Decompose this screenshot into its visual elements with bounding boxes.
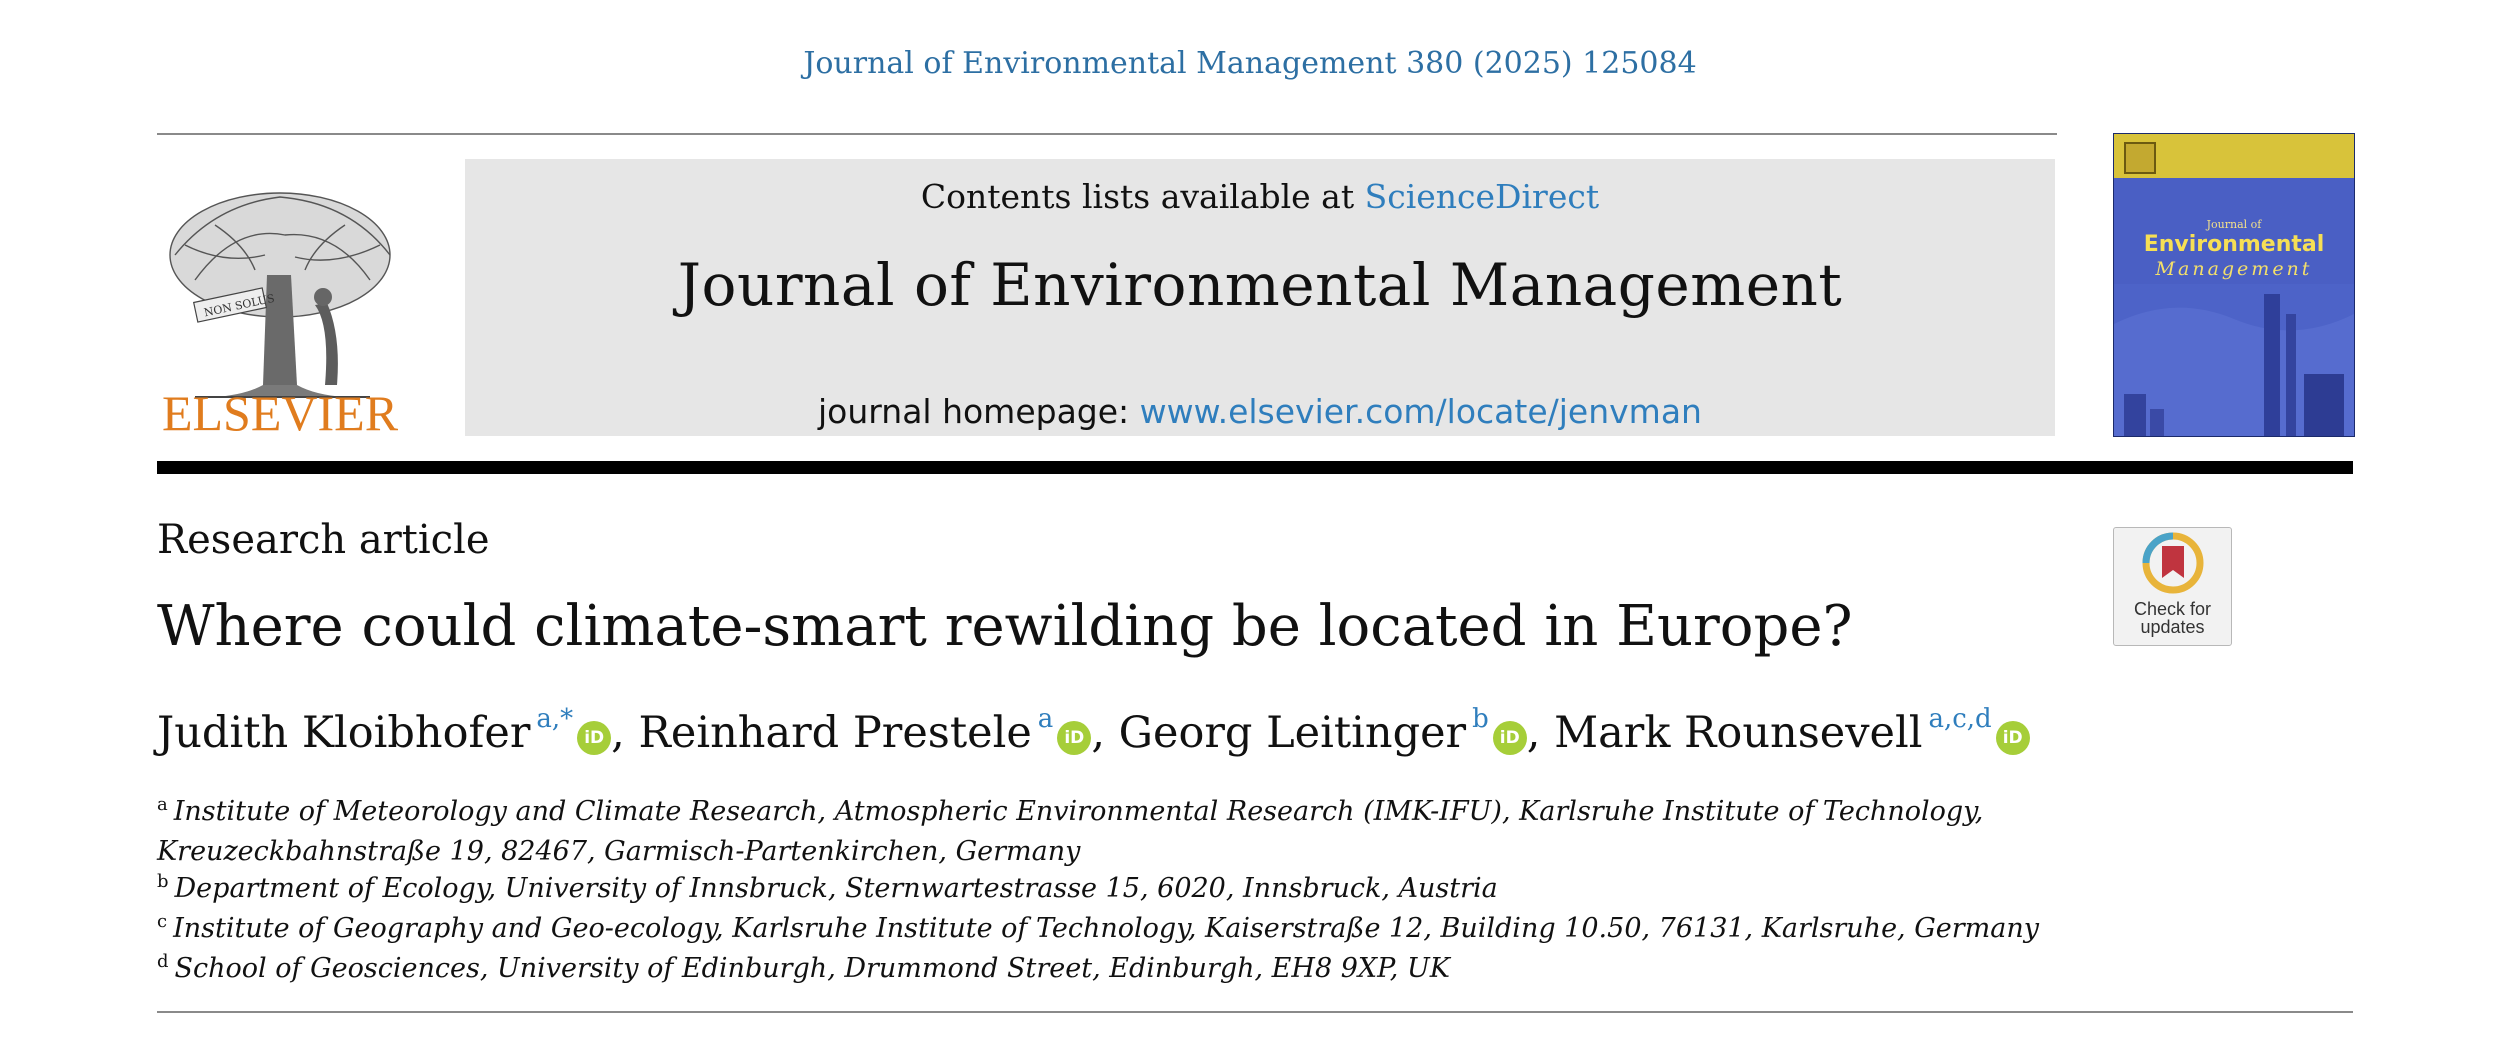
author-name[interactable]: Georg Leitinger (1119, 708, 1466, 758)
check-for-updates-badge[interactable]: Check for updates (2113, 527, 2232, 646)
affiliation-item: d School of Geosciences, University of Ed… (157, 950, 2077, 990)
cover-publisher-seal (2124, 142, 2156, 174)
affiliation-list: a Institute of Meteorology and Climate Re… (157, 793, 2077, 990)
journal-title: Journal of Environmental Management (677, 251, 1843, 319)
header-rule (157, 133, 2057, 135)
sciencedirect-link[interactable]: ScienceDirect (1365, 177, 1600, 216)
affiliation-letter: a (157, 794, 168, 815)
journal-homepage-link[interactable]: www.elsevier.com/locate/jenvman (1140, 392, 1702, 431)
orcid-icon[interactable]: iD (1492, 721, 1527, 755)
author-separator: , (1091, 708, 1119, 758)
affiliation-item: c Institute of Geography and Geo-ecology,… (157, 910, 2077, 950)
author-list: Judith Kloibhofer a,*iD, Reinhard Prestel… (157, 704, 2030, 758)
elsevier-wordmark[interactable]: ELSEVIER (155, 388, 405, 438)
article-type-label: Research article (157, 517, 490, 563)
check-updates-label: Check for updates (2114, 600, 2231, 636)
affiliation-letter: d (157, 951, 169, 972)
contents-prefix: Contents lists available at (920, 177, 1365, 216)
homepage-prefix: journal homepage: (818, 392, 1140, 431)
author-affiliation-marks[interactable]: a (1038, 704, 1054, 734)
author-name[interactable]: Reinhard Prestele (639, 708, 1032, 758)
article-title: Where could climate-smart rewilding be l… (157, 594, 1853, 659)
author-affiliation-marks[interactable]: a,* (536, 704, 573, 734)
affiliation-text: Department of Ecology, University of Inn… (174, 873, 1498, 904)
author-separator: , (1526, 708, 1555, 758)
check-updates-line2: updates (2140, 617, 2205, 637)
journal-masthead: Contents lists available at ScienceDirec… (465, 159, 2055, 436)
section-divider (157, 1011, 2353, 1013)
affiliation-text: School of Geosciences, University of Edi… (174, 953, 1450, 984)
orcid-icon[interactable]: iD (1995, 721, 2030, 755)
affiliation-text: Institute of Geography and Geo-ecology, … (173, 913, 2040, 944)
orcid-icon[interactable]: iD (577, 721, 612, 755)
affiliation-text: Institute of Meteorology and Climate Res… (157, 796, 1984, 867)
contents-line: Contents lists available at ScienceDirec… (465, 177, 2055, 216)
journal-cover-image[interactable]: Journal of Environmental Management (2113, 133, 2355, 437)
cover-title-line2: Environmental (2143, 232, 2325, 257)
cover-title-line1: Journal of (2206, 218, 2262, 231)
affiliation-item: b Department of Ecology, University of In… (157, 870, 2077, 910)
affiliation-item: a Institute of Meteorology and Climate Re… (157, 793, 2077, 870)
affiliation-letter: c (157, 911, 168, 932)
cover-photo (2114, 284, 2354, 436)
author-affiliation-marks[interactable]: b (1472, 704, 1489, 734)
author-name[interactable]: Judith Kloibhofer (157, 708, 530, 758)
author-affiliation-marks[interactable]: a,c,d (1928, 704, 1991, 734)
masthead-divider (157, 461, 2353, 474)
check-updates-line1: Check for (2133, 599, 2212, 619)
journal-citation[interactable]: Journal of Environmental Management 380 … (0, 46, 2500, 81)
affiliation-letter: b (157, 871, 169, 892)
orcid-icon[interactable]: iD (1057, 721, 1092, 755)
homepage-line: journal homepage: www.elsevier.com/locat… (465, 392, 2055, 431)
author-separator: , (611, 708, 639, 758)
crossmark-icon (2142, 532, 2204, 594)
cover-title-line3: Management (2155, 258, 2313, 280)
author-name[interactable]: Mark Rounsevell (1554, 708, 1922, 758)
